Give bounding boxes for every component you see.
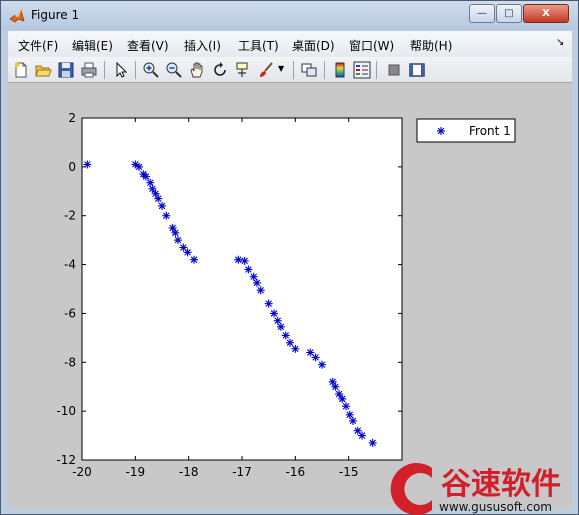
x-tick-label: -19 xyxy=(126,465,146,479)
y-tick-label: 2 xyxy=(68,111,76,125)
data-point xyxy=(142,172,150,181)
data-point xyxy=(190,255,198,264)
y-tick-label: -10 xyxy=(56,404,76,418)
data-point xyxy=(276,322,285,331)
plot-axes[interactable]: -20 -19 -18 -17 -16 -15 2 0 -2 -4 -6 -8 -10 -12 Front… xyxy=(0,0,579,515)
y-tick-label: -8 xyxy=(64,355,76,369)
data-point xyxy=(358,431,366,440)
y-tick-label: -4 xyxy=(64,258,76,272)
data-point xyxy=(311,353,320,362)
legend-box[interactable]: Front 1 xyxy=(416,118,516,143)
data-point xyxy=(183,248,192,257)
x-tick-label: -15 xyxy=(339,465,359,479)
y-tick-label: 0 xyxy=(68,160,76,174)
y-tick-label: -6 xyxy=(64,306,76,320)
legend-marker xyxy=(437,127,445,135)
y-tick-label: -12 xyxy=(56,453,76,467)
legend-label-front-1: Front 1 xyxy=(469,124,511,138)
legend-marker-asterisk xyxy=(437,127,445,135)
x-tick-label: -20 xyxy=(72,465,92,479)
watermark-logo-icon xyxy=(390,463,432,515)
axes-background xyxy=(81,117,403,461)
data-point xyxy=(286,338,294,347)
data-point xyxy=(234,255,243,264)
x-tick-label: -16 xyxy=(286,465,306,479)
data-point xyxy=(318,360,326,369)
data-point xyxy=(146,178,155,187)
data-point xyxy=(174,236,182,245)
data-point xyxy=(162,211,171,220)
watermark-url: www.gususoft.com xyxy=(439,500,552,514)
x-tick-label: -18 xyxy=(179,465,199,479)
data-point xyxy=(368,438,377,447)
data-point xyxy=(291,344,300,353)
data-point xyxy=(270,309,278,318)
data-point xyxy=(348,416,357,425)
data-point xyxy=(256,286,265,295)
data-point xyxy=(240,256,249,265)
watermark-brand: 谷速软件 xyxy=(441,467,561,502)
data-point xyxy=(331,382,340,391)
data-point xyxy=(83,160,92,169)
data-point xyxy=(171,228,180,237)
y-tick-label: -2 xyxy=(64,209,76,223)
data-point xyxy=(338,394,347,403)
data-point xyxy=(252,278,261,287)
data-point xyxy=(281,331,290,340)
data-point xyxy=(135,162,144,171)
data-point xyxy=(158,201,166,210)
x-tick-label: -17 xyxy=(232,465,252,479)
data-point xyxy=(154,194,163,203)
data-point xyxy=(244,265,253,274)
data-point xyxy=(342,402,350,411)
data-point xyxy=(264,299,273,308)
watermark: 谷速软件 www.gususoft.com xyxy=(390,463,561,515)
